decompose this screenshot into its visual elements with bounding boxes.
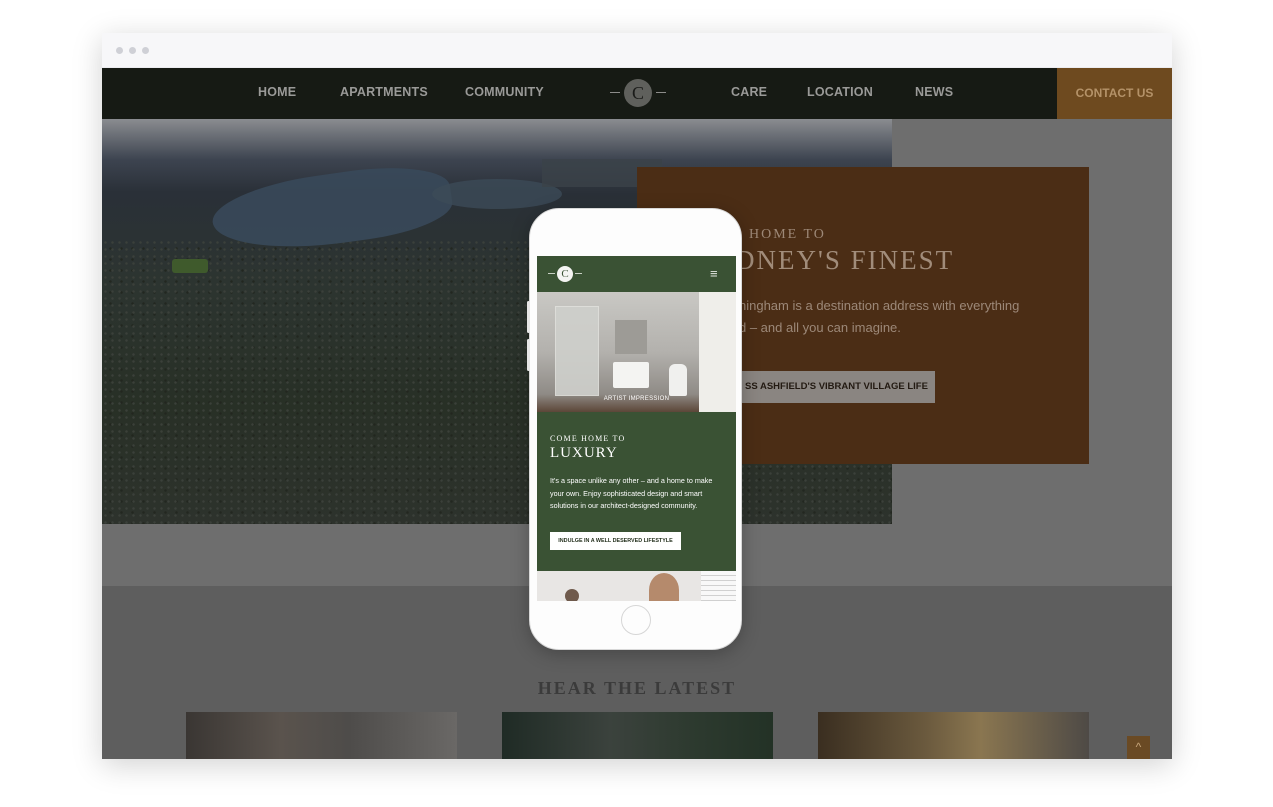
mobile-cta-button[interactable]: INDULGE IN A WELL DESERVED LIFESTYLE <box>550 532 681 550</box>
phone-side-button <box>527 301 530 333</box>
browser-titlebar <box>102 33 1172 68</box>
mobile-paragraph: It's a space unlike any other – and a ho… <box>550 476 713 510</box>
photo-caption: ARTIST IMPRESSION <box>603 396 670 402</box>
hero-cta-button[interactable]: SS ASHFIELD'S VIBRANT VILLAGE LIFE <box>737 371 935 403</box>
contact-us-button[interactable]: CONTACT US <box>1057 68 1172 119</box>
mobile-eyebrow: COME HOME TO <box>550 434 626 443</box>
nav-home[interactable]: HOME <box>258 85 296 99</box>
mobile-device-mockup: C ≡ ARTIST IMPRESSION COME HOME TO LUXUR… <box>527 208 742 650</box>
news-card[interactable] <box>818 712 1089 759</box>
latest-heading: HEAR THE LATEST <box>537 678 737 698</box>
site-logo[interactable]: C <box>610 79 666 107</box>
mobile-screen: C ≡ ARTIST IMPRESSION COME HOME TO LUXUR… <box>537 256 736 601</box>
phone-home-button[interactable] <box>621 605 651 635</box>
hero-title: DNEY'S FINEST <box>735 245 955 275</box>
logo-icon: C <box>624 79 652 107</box>
nav-news[interactable]: NEWS <box>915 85 953 99</box>
hero-eyebrow: HOME TO <box>749 227 826 242</box>
window-dot-icon <box>129 47 136 54</box>
mobile-logo-icon[interactable]: C <box>557 266 573 282</box>
mobile-title: LUXURY <box>550 445 618 461</box>
nav-location[interactable]: LOCATION <box>807 85 873 99</box>
mobile-next-section-photo <box>537 571 736 601</box>
nav-care[interactable]: CARE <box>731 85 767 99</box>
scroll-to-top-icon[interactable]: ^ <box>1127 736 1150 759</box>
hamburger-menu-icon[interactable]: ≡ <box>710 266 718 281</box>
nav-community[interactable]: COMMUNITY <box>465 85 544 99</box>
bathroom-photo: ARTIST IMPRESSION <box>537 292 736 412</box>
news-card[interactable] <box>502 712 773 759</box>
hero-paragraph: ningham is a destination address with ev… <box>739 298 1020 335</box>
news-card[interactable] <box>186 712 457 759</box>
window-dot-icon <box>142 47 149 54</box>
window-dot-icon <box>116 47 123 54</box>
nav-apartments[interactable]: APARTMENTS <box>340 85 428 99</box>
mobile-header: C ≡ <box>537 256 736 292</box>
phone-side-button <box>527 339 530 371</box>
main-nav: HOME APARTMENTS COMMUNITY C CARE LOCATIO… <box>102 68 1172 119</box>
